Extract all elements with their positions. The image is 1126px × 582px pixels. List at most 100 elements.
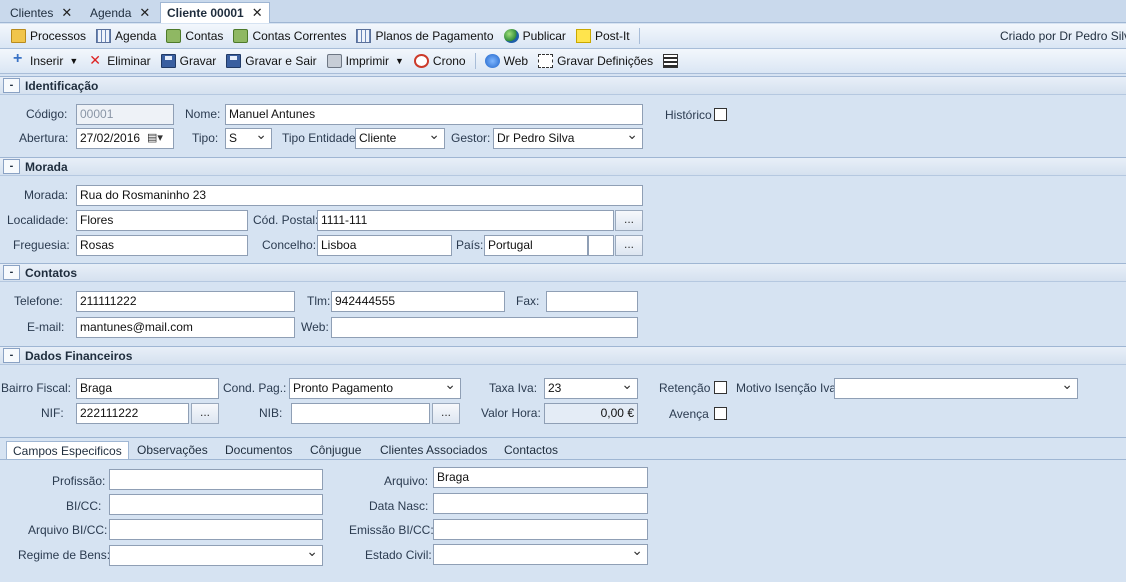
arquivo-bicc-label: Arquivo BI/CC: <box>28 523 108 537</box>
pais-field[interactable]: Portugal <box>484 235 588 256</box>
tab-agenda[interactable]: Agenda ✕ <box>84 2 156 23</box>
arquivo-label: Arquivo: <box>384 474 429 488</box>
data-nasc-label: Data Nasc: <box>369 499 429 513</box>
taxa-iva-label: Taxa Iva: <box>489 381 538 395</box>
historico-checkbox[interactable] <box>714 108 727 121</box>
section-identificacao: - Identificação <box>0 76 1126 95</box>
motivo-isencao-select[interactable] <box>834 378 1078 399</box>
telefone-label: Telefone: <box>14 294 63 308</box>
planos-pagamento-button[interactable]: Planos de Pagamento <box>351 26 498 47</box>
contas-button[interactable]: Contas <box>161 26 228 47</box>
cod-postal-label: Cód. Postal: <box>253 213 319 227</box>
telefone-field[interactable]: 211111222 <box>76 291 295 312</box>
pais-lookup-button[interactable]: ... <box>615 235 643 256</box>
localidade-label: Localidade: <box>7 213 69 227</box>
emissao-bicc-label: Emissão BI/CC: <box>349 523 434 537</box>
tab-label: Agenda <box>90 5 132 20</box>
dropdown-arrow-icon[interactable]: ▼ <box>69 56 78 66</box>
abertura-date-field[interactable]: 27/02/2016 ▤▾ <box>76 128 174 149</box>
valor-hora-label: Valor Hora: <box>481 406 541 420</box>
gravar-definicoes-button[interactable]: Gravar Definições <box>533 51 658 72</box>
data-nasc-field[interactable] <box>433 493 648 514</box>
nif-lookup-button[interactable]: ... <box>191 403 219 424</box>
avenca-checkbox[interactable] <box>714 407 727 420</box>
gravar-e-sair-button[interactable]: Gravar e Sair <box>221 51 321 72</box>
estado-civil-select[interactable] <box>433 544 648 565</box>
nib-lookup-button[interactable]: ... <box>432 403 460 424</box>
web-button[interactable]: Web <box>480 51 533 72</box>
codigo-field[interactable]: 00001 <box>76 104 174 125</box>
processos-button[interactable]: Processos <box>6 26 91 47</box>
tipo-label: Tipo: <box>192 131 219 145</box>
nib-field[interactable] <box>291 403 430 424</box>
collapse-button[interactable]: - <box>3 78 20 93</box>
eliminar-button[interactable]: Eliminar <box>83 51 155 72</box>
agenda-button[interactable]: Agenda <box>91 26 161 47</box>
web-label: Web: <box>301 320 329 334</box>
bicc-field[interactable] <box>109 494 323 515</box>
tipo-entidade-select[interactable]: Cliente <box>355 128 445 149</box>
post-it-button[interactable]: Post-It <box>571 26 635 47</box>
collapse-button[interactable]: - <box>3 348 20 363</box>
cond-pag-label: Cond. Pag.: <box>223 381 287 395</box>
pais-code-field[interactable] <box>588 235 614 256</box>
crono-button[interactable]: Crono <box>409 51 471 72</box>
tipo-select[interactable]: S <box>225 128 272 149</box>
close-icon[interactable]: ✕ <box>252 5 263 21</box>
save-icon <box>160 54 176 68</box>
cond-pag-select[interactable]: Pronto Pagamento <box>289 378 461 399</box>
cod-postal-field[interactable]: 1111-111 <box>317 210 614 231</box>
nif-field[interactable]: 222111222 <box>76 403 189 424</box>
pais-label: País: <box>456 238 484 252</box>
retencao-checkbox[interactable] <box>714 381 727 394</box>
arquivo-field[interactable]: Braga <box>433 467 648 488</box>
historico-label: Histórico <box>665 108 712 122</box>
cod-postal-lookup-button[interactable]: ... <box>615 210 643 231</box>
table-icon <box>356 29 372 43</box>
dropdown-arrow-icon[interactable]: ▼ <box>395 56 404 66</box>
toolbar-separator <box>474 53 476 69</box>
profissao-field[interactable] <box>109 469 323 490</box>
close-icon[interactable]: ✕ <box>61 5 72 21</box>
nome-field[interactable]: Manuel Antunes <box>225 104 643 125</box>
collapse-button[interactable]: - <box>3 265 20 280</box>
publicar-button[interactable]: Publicar <box>499 26 571 47</box>
retencao-label: Retenção <box>659 381 711 395</box>
concelho-field[interactable]: Lisboa <box>317 235 452 256</box>
bairro-fiscal-field[interactable]: Braga <box>76 378 219 399</box>
gestor-select[interactable]: Dr Pedro Silva <box>493 128 643 149</box>
valor-hora-field[interactable]: 0,00 € <box>544 403 638 424</box>
regime-bens-select[interactable] <box>109 545 323 566</box>
emissao-bicc-field[interactable] <box>433 519 648 540</box>
imprimir-button[interactable]: Imprimir ▼ <box>322 51 409 72</box>
arquivo-bicc-field[interactable] <box>109 519 323 540</box>
inserir-button[interactable]: Inserir▼ <box>6 50 83 72</box>
collapse-button[interactable]: - <box>3 159 20 174</box>
gravar-button[interactable]: Gravar <box>156 51 222 72</box>
section-dados-financeiros: - Dados Financeiros <box>0 346 1126 365</box>
tab-cliente-00001[interactable]: Cliente 00001 ✕ <box>160 2 270 23</box>
regime-bens-label: Regime de Bens: <box>18 548 111 562</box>
plus-icon <box>11 50 26 68</box>
tab-label: Cliente 00001 <box>167 6 244 20</box>
taxa-iva-select[interactable]: 23 <box>544 378 638 399</box>
tlm-field[interactable]: 942444555 <box>331 291 505 312</box>
layout-button[interactable] <box>658 51 683 72</box>
tipo-entidade-label: Tipo Entidade: <box>282 131 359 145</box>
freguesia-field[interactable]: Rosas <box>76 235 248 256</box>
motivo-isencao-label: Motivo Isenção Iva: <box>736 381 840 395</box>
clock-icon <box>413 54 429 68</box>
close-icon[interactable]: ✕ <box>139 5 150 21</box>
morada-field[interactable]: Rua do Rosmaninho 23 <box>76 185 643 206</box>
email-field[interactable]: mantunes@mail.com <box>76 317 295 338</box>
calendar-dropdown-icon[interactable]: ▤▾ <box>147 131 163 144</box>
folder-icon <box>11 29 26 43</box>
fax-field[interactable] <box>546 291 638 312</box>
money-icon <box>166 29 182 43</box>
contas-correntes-button[interactable]: Contas Correntes <box>228 26 351 47</box>
freguesia-label: Freguesia: <box>13 238 70 252</box>
web-field[interactable] <box>331 317 638 338</box>
tab-clientes[interactable]: Clientes ✕ <box>4 2 78 23</box>
concelho-label: Concelho: <box>262 238 317 252</box>
localidade-field[interactable]: Flores <box>76 210 248 231</box>
